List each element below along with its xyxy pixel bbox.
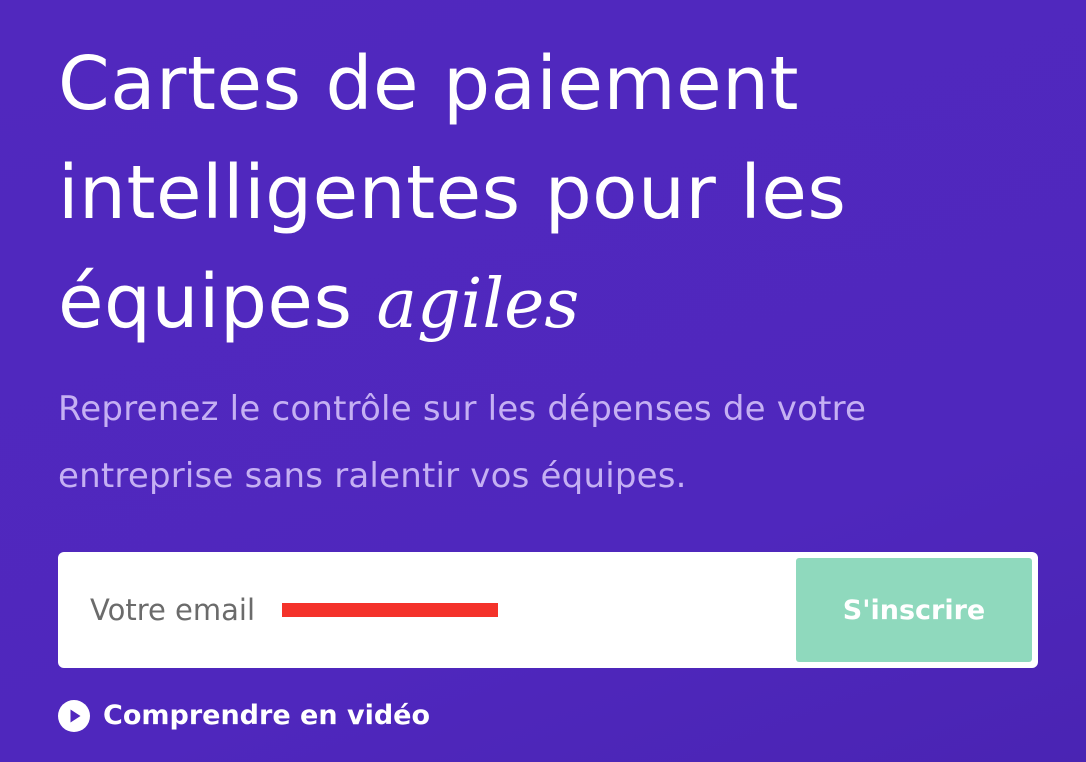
signup-button[interactable]: S'inscrire: [796, 558, 1032, 662]
redaction-bar: [282, 603, 498, 617]
video-link[interactable]: Comprendre en vidéo: [58, 698, 430, 734]
signup-form: S'inscrire: [58, 552, 1038, 668]
play-circle-icon: [58, 700, 90, 732]
video-link-label: Comprendre en vidéo: [103, 700, 431, 731]
hero-headline: Cartes de paiement intelligentes pour le…: [58, 30, 1018, 359]
hero-section: Cartes de paiement intelligentes pour le…: [58, 30, 1048, 496]
hero-subtitle: Reprenez le contrôle sur les dépenses de…: [58, 389, 867, 496]
headline-accent: agiles: [376, 265, 580, 344]
